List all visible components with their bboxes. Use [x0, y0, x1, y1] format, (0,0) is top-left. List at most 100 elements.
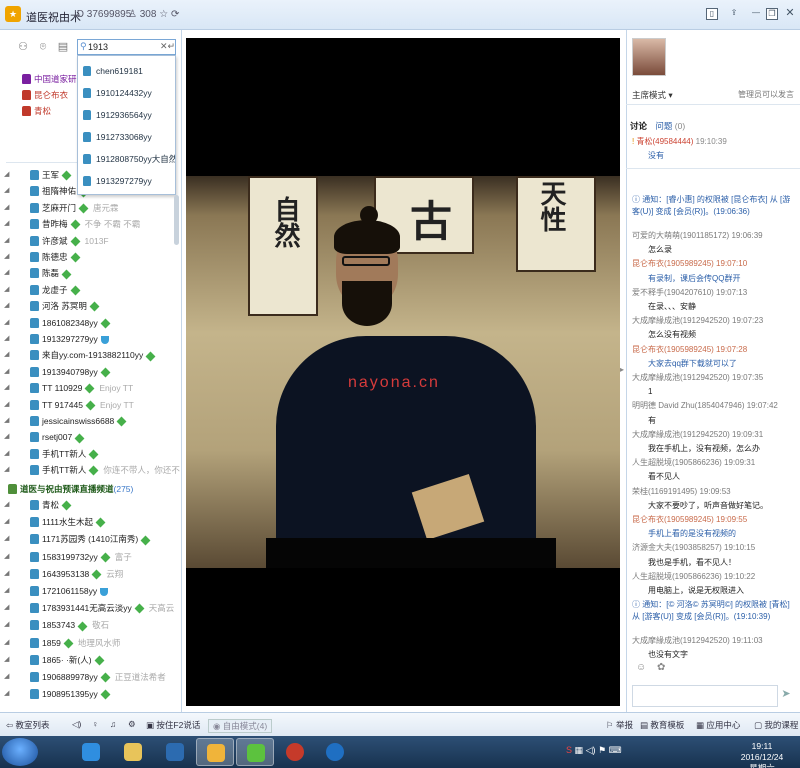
expand-arrow-icon[interactable]: ◢	[4, 668, 9, 686]
search-suggestion-item[interactable]: 1912733068yy	[78, 128, 175, 146]
member-row[interactable]: ◢ rsetj007	[0, 428, 180, 446]
expand-arrow-icon[interactable]: ◢	[4, 232, 9, 250]
taskbar-app[interactable]	[276, 738, 314, 766]
expand-arrow-icon[interactable]: ◢	[4, 248, 9, 266]
sogou-icon[interactable]: S	[566, 745, 572, 755]
expand-arrow-icon[interactable]: ◢	[4, 565, 9, 583]
taskbar-explorer[interactable]	[114, 738, 152, 766]
location-icon[interactable]: ⌾	[36, 40, 50, 54]
expand-arrow-icon[interactable]: ◢	[4, 634, 9, 652]
expand-arrow-icon[interactable]: ◢	[4, 616, 9, 634]
member-row[interactable]: ◢ 1721061158yy	[0, 582, 180, 600]
expand-arrow-icon[interactable]: ◢	[4, 330, 9, 348]
clear-search-icon[interactable]: ✕↵	[160, 41, 175, 52]
expand-arrow-icon[interactable]: ◢	[4, 264, 9, 282]
search-suggestion-item[interactable]: 1910124432yy	[78, 84, 175, 102]
member-row[interactable]: ◢ TT 110929 Enjoy TT	[0, 379, 180, 397]
star-icon[interactable]: ☆	[159, 9, 168, 20]
speaker-icon[interactable]: ◁)	[72, 719, 81, 730]
taskbar-ie[interactable]	[72, 738, 110, 766]
search-suggestion-item[interactable]: 1912936564yy	[78, 106, 175, 124]
member-row[interactable]: ◢ 昔昨梅 不争 不霸 不霸	[0, 215, 180, 233]
expand-arrow-icon[interactable]: ◢	[4, 582, 9, 600]
expand-arrow-icon[interactable]: ◢	[4, 281, 9, 299]
expand-arrow-icon[interactable]: ◢	[4, 379, 9, 397]
free-mode-button[interactable]: ◉ 自由模式(4)	[208, 719, 273, 733]
phone-icon[interactable]: ▯	[706, 8, 718, 20]
member-row[interactable]: ◢ 1643953138 云翔	[0, 565, 180, 583]
member-row[interactable]: ◢ 1913940798yy	[0, 363, 180, 381]
flag-icon[interactable]: ⚑	[598, 745, 606, 755]
members-icon[interactable]: ⚇	[16, 40, 30, 54]
expand-arrow-icon[interactable]: ◢	[4, 412, 9, 430]
expand-arrow-icon[interactable]: ◢	[4, 599, 9, 617]
expand-arrow-icon[interactable]: ◢	[4, 314, 9, 332]
member-row[interactable]: ◢ 1861082348yy	[0, 314, 180, 332]
my-courses-button[interactable]: ▢ 我的课程	[754, 719, 798, 731]
push-to-talk-button[interactable]: ▣ 按住F2说话	[146, 719, 200, 731]
expand-arrow-icon[interactable]: ◢	[4, 396, 9, 414]
search-suggestion-item[interactable]: 1913297279yy	[78, 172, 175, 190]
member-row[interactable]: ◢ jessicainswiss6688	[0, 412, 180, 430]
member-row[interactable]: ◢ 1853743 敬石	[0, 616, 180, 634]
start-button[interactable]	[2, 738, 38, 766]
expand-arrow-icon[interactable]: ◢	[4, 461, 9, 479]
expand-arrow-icon[interactable]: ◢	[4, 530, 9, 548]
expand-arrow-icon[interactable]: ◢	[4, 166, 9, 184]
member-row[interactable]: ◢ 1111水生木起	[0, 513, 180, 531]
volume-icon[interactable]: ◁)	[586, 745, 596, 755]
upload-icon[interactable]: ⇪	[728, 8, 740, 20]
expand-arrow-icon[interactable]: ◢	[4, 297, 9, 315]
collapse-arrow-icon[interactable]: ▸	[620, 365, 624, 374]
expand-arrow-icon[interactable]: ◢	[4, 199, 9, 217]
expand-arrow-icon[interactable]: ◢	[4, 548, 9, 566]
member-row[interactable]: ◢ 1171苏园秀 (1410江南秀)	[0, 530, 180, 548]
member-scrollbar[interactable]	[174, 195, 179, 245]
search-suggestion-item[interactable]: chen619181	[78, 62, 175, 80]
chat-input[interactable]	[632, 685, 778, 707]
member-row[interactable]: ◢ 龙虚子	[0, 281, 180, 299]
member-row[interactable]: ◢ 1865· ·新(人)	[0, 651, 180, 669]
classroom-list-button[interactable]: ⇦ 教室列表	[6, 719, 50, 731]
expand-arrow-icon[interactable]: ◢	[4, 445, 9, 463]
expand-arrow-icon[interactable]: ◢	[4, 182, 9, 200]
member-row[interactable]: ◢ 陈磊	[0, 264, 180, 282]
app-center-button[interactable]: ▦ 应用中心	[696, 719, 740, 731]
member-row[interactable]: ◢ 陈德忠	[0, 248, 180, 266]
expand-arrow-icon[interactable]: ◢	[4, 428, 9, 446]
member-row[interactable]: ◢ 河洛 苏冥明	[0, 297, 180, 315]
member-row[interactable]: ◢ 青松	[0, 496, 180, 514]
member-row[interactable]: ◢ 1913297279yy	[0, 330, 180, 348]
member-row[interactable]: ◢ 1908951395yy	[0, 685, 180, 703]
keyboard-icon[interactable]: ⌨	[609, 745, 622, 755]
taskbar-k-app[interactable]	[316, 738, 354, 766]
tab-question[interactable]: 问题 (0)	[655, 121, 685, 131]
microphone-icon[interactable]: ♀	[92, 719, 98, 729]
expand-arrow-icon[interactable]: ◢	[4, 363, 9, 381]
member-row[interactable]: ◢ 芝麻开门 唐元霖	[0, 199, 180, 217]
expand-arrow-icon[interactable]: ◢	[4, 651, 9, 669]
document-icon[interactable]: ▤	[56, 40, 70, 54]
music-icon[interactable]: ♫	[110, 719, 116, 729]
share-icon[interactable]: ⟳	[171, 9, 179, 20]
expand-arrow-icon[interactable]: ◢	[4, 685, 9, 703]
search-suggestion-item[interactable]: 1912808750yy大自然	[78, 150, 175, 168]
network-icon[interactable]: ▦	[575, 745, 584, 755]
expand-arrow-icon[interactable]: ◢	[4, 346, 9, 364]
clock[interactable]: 19:11 2016/12/24 星期六	[740, 741, 784, 768]
send-icon[interactable]: ➤	[778, 687, 794, 705]
mode-select[interactable]: 主席模式 ▾	[632, 89, 673, 101]
emoji-icon[interactable]: ☺	[636, 662, 646, 673]
settings-icon[interactable]: ⚙	[128, 719, 136, 730]
member-row[interactable]: ◢ 1783931441无高云淡yy 天高云	[0, 599, 180, 617]
restore-icon[interactable]: ❐	[766, 8, 778, 20]
host-avatar[interactable]	[632, 38, 666, 76]
expand-arrow-icon[interactable]: ◢	[4, 496, 9, 514]
tab-discuss[interactable]: 讨论	[630, 121, 647, 131]
edu-template-button[interactable]: ▤ 教育模板	[640, 719, 684, 731]
minimize-icon[interactable]: —	[750, 8, 762, 20]
expand-arrow-icon[interactable]: ◢	[4, 513, 9, 531]
member-row[interactable]: ◢ 1859 地理风水师	[0, 634, 180, 652]
taskbar-media[interactable]	[156, 738, 194, 766]
flower-icon[interactable]: ✿	[657, 662, 665, 673]
